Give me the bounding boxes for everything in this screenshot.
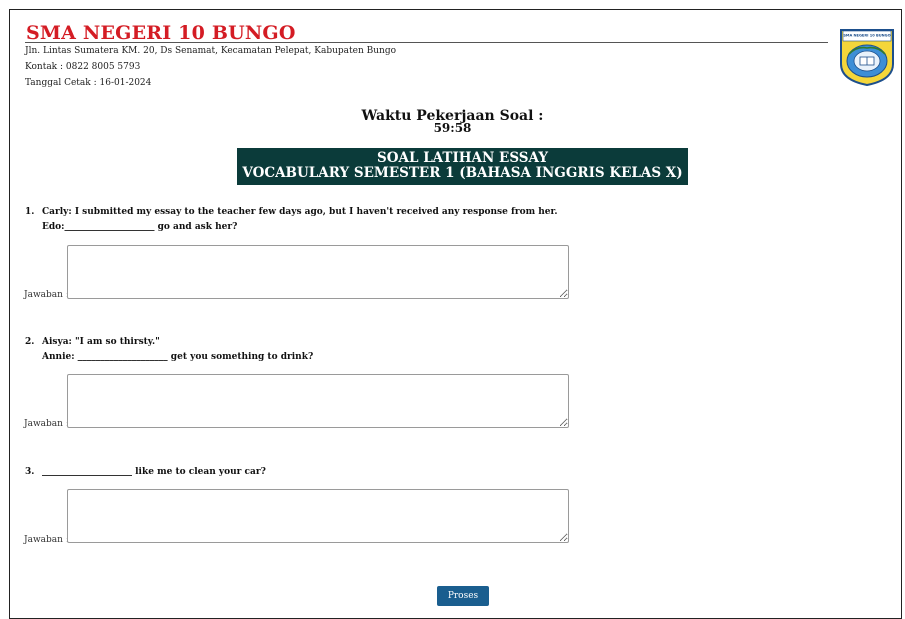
question-3-line-1: ____________________ like me to clean yo… xyxy=(42,467,266,477)
question-2-line-1: Aisya: "I am so thirsty." xyxy=(42,337,160,347)
question-3-number: 3. xyxy=(25,467,35,477)
question-2-line-2: Annie: ____________________ get you some… xyxy=(42,352,314,362)
answer-1-textarea[interactable] xyxy=(67,245,569,299)
school-address: Jln. Lintas Sumatera KM. 20, Ds Senamat,… xyxy=(25,46,397,56)
banner-line-1: SOAL LATIHAN ESSAY xyxy=(377,150,548,166)
print-date: Tanggal Cetak : 16-01-2024 xyxy=(25,78,152,88)
school-name: SMA NEGERI 10 BUNGO xyxy=(26,22,296,44)
submit-button[interactable]: Proses xyxy=(437,586,489,606)
school-logo-icon: SMA NEGERI 10 BUNGO xyxy=(840,29,894,86)
answer-2-label: Jawaban : xyxy=(24,419,69,429)
quiz-title-banner: SOAL LATIHAN ESSAY VOCABULARY SEMESTER 1… xyxy=(237,148,688,185)
answer-1-label: Jawaban : xyxy=(24,290,69,300)
answer-2-textarea[interactable] xyxy=(67,374,569,428)
school-contact: Kontak : 0822 8005 5793 xyxy=(25,62,141,72)
answer-3-label: Jawaban : xyxy=(24,535,69,545)
timer-value: 59:58 xyxy=(433,121,472,135)
question-1-number: 1. xyxy=(25,207,35,217)
question-2-number: 2. xyxy=(25,337,35,347)
header-divider xyxy=(25,42,828,43)
answer-3-textarea[interactable] xyxy=(67,489,569,543)
question-1-line-2: Edo:____________________ go and ask her? xyxy=(42,222,238,232)
logo-text: SMA NEGERI 10 BUNGO xyxy=(843,34,890,38)
banner-line-2: VOCABULARY SEMESTER 1 (BAHASA INGGRIS KE… xyxy=(242,165,683,181)
question-1-line-1: Carly: I submitted my essay to the teach… xyxy=(42,207,558,217)
